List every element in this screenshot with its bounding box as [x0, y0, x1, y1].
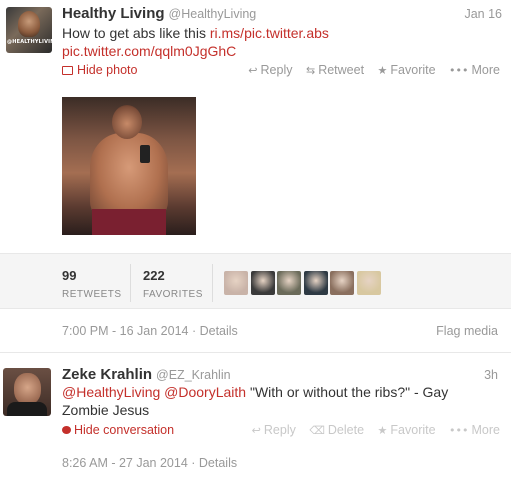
avatar[interactable]: @HEALTHYLIVING — [6, 7, 52, 53]
hide-photo-link[interactable]: Hide photo — [62, 63, 137, 77]
reply-time[interactable]: 3h — [484, 368, 498, 382]
reply-label: Reply — [263, 423, 296, 437]
main-tweet: @HEALTHYLIVING Healthy Living @HealthyLiv… — [0, 0, 511, 352]
favorite-button[interactable]: ★ Favorite — [378, 63, 436, 77]
favorites-stat[interactable]: 222 FAVORITES — [143, 268, 203, 300]
tweet-text: How to get abs like this ri.ms/pic.twitt… — [62, 24, 492, 60]
photo-icon — [62, 66, 73, 75]
tweet-timestamp[interactable]: 7:00 PM - 16 Jan 2014 — [62, 324, 188, 338]
avatar-face — [14, 373, 41, 405]
favoriter-avatars — [224, 271, 383, 297]
hide-conversation-link[interactable]: Hide conversation — [62, 423, 174, 437]
hide-conversation-label: Hide conversation — [74, 423, 175, 437]
favorites-label: FAVORITES — [143, 289, 203, 300]
favorite-label: Favorite — [390, 423, 436, 437]
tweet-time[interactable]: Jan 16 — [464, 7, 502, 21]
stats-divider — [130, 264, 131, 302]
avatar[interactable] — [3, 368, 51, 416]
tweet-photo[interactable] — [62, 97, 196, 235]
reply-button[interactable]: ↩ Reply — [252, 423, 296, 437]
delete-label: Delete — [327, 423, 365, 437]
photo-phone — [140, 145, 150, 163]
more-label: More — [471, 63, 500, 77]
favoriter-avatar[interactable] — [224, 271, 248, 295]
stats-divider — [212, 264, 213, 302]
favoriter-avatar[interactable] — [356, 271, 381, 295]
retweets-stat[interactable]: 99 RETWEETS — [62, 268, 122, 300]
tweet-link-abs[interactable]: ri.ms/pic.twitter.abs — [210, 25, 329, 41]
author-username[interactable]: @HealthyLiving — [169, 7, 257, 21]
tweet-stats: 99 RETWEETS 222 FAVORITES — [0, 253, 511, 309]
favoriter-avatar[interactable] — [330, 271, 354, 295]
avatar-figure — [18, 11, 40, 37]
trash-icon: ⌫ — [309, 424, 325, 437]
tweet-action-row: Hide photo ↩ Reply ⇆ Retweet ★ Favorite •••… — [62, 62, 502, 80]
favorite-label: Favorite — [390, 63, 436, 77]
photo-head — [112, 105, 142, 139]
reply-icon: ↩ — [251, 424, 261, 437]
photo-pants — [92, 209, 166, 235]
hide-photo-label: Hide photo — [77, 63, 138, 77]
reply-icon: ↩ — [248, 64, 258, 77]
tweet-header: Healthy Living @HealthyLiving Jan 16 — [62, 5, 502, 25]
favoriter-avatar[interactable] — [277, 271, 301, 295]
more-icon: ••• — [449, 64, 469, 77]
delete-button[interactable]: ⌫ Delete — [309, 423, 364, 437]
tweet-link-pic[interactable]: pic.twitter.com/qqlm0JgGhC — [62, 43, 236, 59]
mention-healthyliving[interactable]: @HealthyLiving — [62, 384, 160, 400]
favoriter-avatar[interactable] — [303, 271, 328, 295]
reply-tweet: Zeke Krahlin @EZ_Krahlin 3h @HealthyLivin… — [0, 353, 511, 481]
favorite-button[interactable]: ★ Favorite — [378, 423, 436, 437]
reply-author-fullname[interactable]: Zeke Krahlin — [62, 366, 152, 383]
retweets-count: 99 — [62, 268, 77, 283]
retweets-label: RETWEETS — [62, 289, 122, 300]
avatar-logo-text: @HEALTHYLIVING — [7, 39, 52, 45]
photo-torso — [90, 133, 168, 219]
author-fullname[interactable]: Healthy Living — [62, 5, 165, 22]
reply-footer: 8:26 AM - 27 Jan 2014 · Details — [62, 456, 238, 470]
star-icon: ★ — [377, 64, 388, 77]
favorites-count: 222 — [143, 268, 165, 283]
reply-label: Reply — [260, 63, 293, 77]
reply-text: @HealthyLiving @DooryLaith "With or with… — [62, 383, 482, 419]
avatar-shirt — [7, 402, 47, 416]
more-button[interactable]: ••• More — [449, 63, 500, 77]
tweet-footer: 7:00 PM - 16 Jan 2014 · Details Flag med… — [62, 324, 498, 338]
details-link[interactable]: Details — [199, 456, 237, 470]
retweet-button[interactable]: ⇆ Retweet — [306, 63, 364, 77]
reply-author-username[interactable]: @EZ_Krahlin — [156, 368, 231, 382]
more-label: More — [471, 423, 500, 437]
more-icon: ••• — [449, 424, 469, 437]
retweet-icon: ⇆ — [305, 64, 316, 77]
reply-actions: ↩ Reply ⌫ Delete ★ Favorite ••• More — [242, 423, 500, 437]
tweet-text-body: How to get abs like this — [62, 25, 206, 41]
tweet-actions: ↩ Reply ⇆ Retweet ★ Favorite ••• More — [238, 63, 500, 77]
details-link[interactable]: Details — [200, 324, 238, 338]
star-icon: ★ — [377, 424, 388, 437]
flag-media-link[interactable]: Flag media — [436, 324, 498, 338]
retweet-label: Retweet — [318, 63, 365, 77]
favoriter-avatar[interactable] — [250, 271, 275, 295]
mention-dooryl[interactable]: @DooryLaith — [164, 384, 246, 400]
reply-timestamp[interactable]: 8:26 AM - 27 Jan 2014 — [62, 456, 188, 470]
speech-bubble-icon — [62, 426, 71, 434]
more-button[interactable]: ••• More — [449, 423, 500, 437]
reply-button[interactable]: ↩ Reply — [248, 63, 292, 77]
